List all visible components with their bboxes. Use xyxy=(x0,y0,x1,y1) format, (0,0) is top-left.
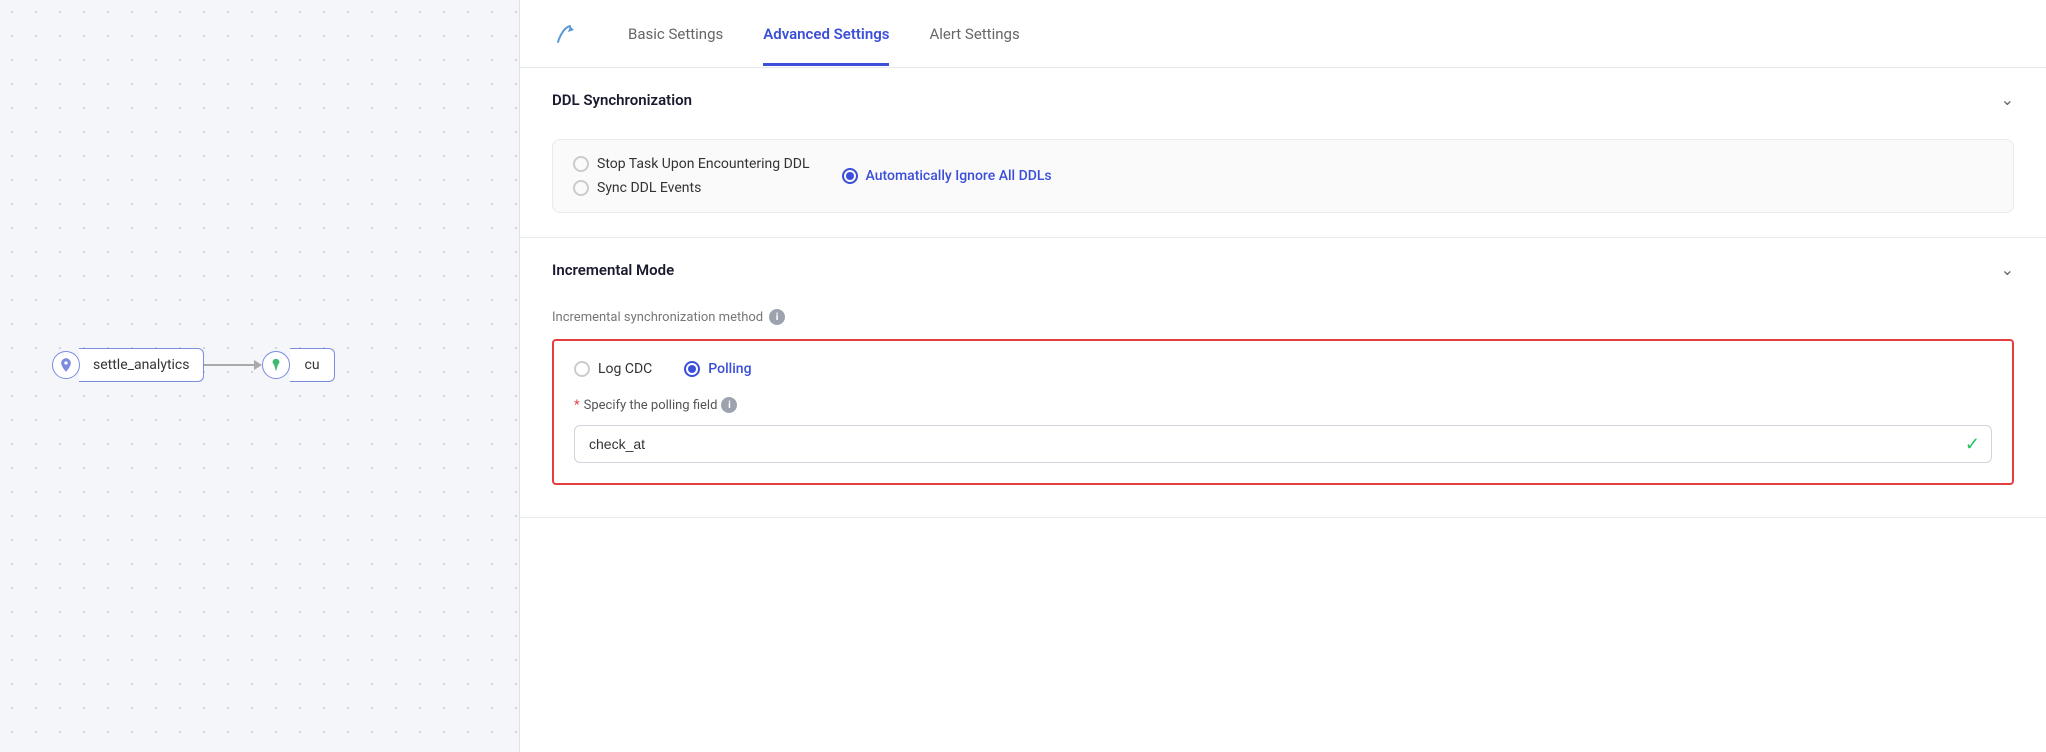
flow-diagram: settle_analytics cu xyxy=(52,348,335,382)
destination-node[interactable]: cu xyxy=(262,348,334,382)
content-area: DDL Synchronization ⌄ Stop Task Upon Enc… xyxy=(520,68,2046,752)
sync-method-label: Incremental synchronization method i xyxy=(552,309,2014,325)
method-log-cdc[interactable]: Log CDC xyxy=(574,361,652,377)
ddl-radio-stop-task[interactable] xyxy=(573,156,589,172)
radio-log-cdc[interactable] xyxy=(574,361,590,377)
tab-advanced[interactable]: Advanced Settings xyxy=(763,3,889,66)
incremental-mode-title: Incremental Mode xyxy=(552,261,674,279)
sync-method-info-icon[interactable]: i xyxy=(769,309,785,325)
ddl-radio-auto-ignore[interactable] xyxy=(842,168,858,184)
checkmark-icon: ✓ xyxy=(1965,434,1980,455)
ddl-option-stop-task[interactable]: Stop Task Upon Encountering DDL xyxy=(573,156,810,172)
sync-method-radio-row: Log CDC Polling xyxy=(574,361,1992,377)
radio-polling[interactable] xyxy=(684,361,700,377)
ddl-sync-section: DDL Synchronization ⌄ Stop Task Upon Enc… xyxy=(520,68,2046,238)
polling-field-input[interactable] xyxy=(574,425,1992,463)
polling-field-label: * Specify the polling field i xyxy=(574,397,1992,413)
source-icon xyxy=(52,351,80,379)
required-indicator: * xyxy=(574,398,580,413)
right-panel: Basic Settings Advanced Settings Alert S… xyxy=(520,0,2046,752)
ddl-sync-radio-group: Stop Task Upon Encountering DDL Sync DDL… xyxy=(552,139,2014,213)
tabs-bar: Basic Settings Advanced Settings Alert S… xyxy=(520,0,2046,68)
method-polling[interactable]: Polling xyxy=(684,361,751,377)
incremental-mode-header[interactable]: Incremental Mode ⌄ xyxy=(520,238,2046,301)
ddl-sync-header[interactable]: DDL Synchronization ⌄ xyxy=(520,68,2046,131)
incremental-mode-body: Incremental synchronization method i Log… xyxy=(520,301,2046,517)
ddl-radio-sync-events[interactable] xyxy=(573,180,589,196)
ddl-sync-title: DDL Synchronization xyxy=(552,91,692,109)
incremental-mode-section: Incremental Mode ⌄ Incremental synchroni… xyxy=(520,238,2046,518)
connection-arrow xyxy=(204,360,262,370)
source-node[interactable]: settle_analytics xyxy=(52,348,204,382)
dest-icon xyxy=(262,351,290,379)
incremental-mode-chevron: ⌄ xyxy=(2001,260,2014,279)
polling-field-input-wrapper: ✓ xyxy=(574,425,1992,463)
incremental-highlighted-section: Log CDC Polling * Specify the polling fi… xyxy=(552,339,2014,485)
ddl-options-stack: Stop Task Upon Encountering DDL Sync DDL… xyxy=(573,156,810,196)
tab-alert[interactable]: Alert Settings xyxy=(929,3,1019,66)
ddl-option-auto-ignore[interactable]: Automatically Ignore All DDLs xyxy=(842,168,1052,184)
ddl-option-sync-events[interactable]: Sync DDL Events xyxy=(573,180,810,196)
polling-field-info-icon[interactable]: i xyxy=(721,397,737,413)
ddl-sync-chevron: ⌄ xyxy=(2001,90,2014,109)
ddl-sync-body: Stop Task Upon Encountering DDL Sync DDL… xyxy=(520,131,2046,237)
tab-basic[interactable]: Basic Settings xyxy=(628,3,723,66)
canvas-area: settle_analytics cu xyxy=(0,0,520,752)
connector-icon xyxy=(552,20,580,48)
dest-label: cu xyxy=(290,348,334,382)
source-label: settle_analytics xyxy=(79,348,204,382)
